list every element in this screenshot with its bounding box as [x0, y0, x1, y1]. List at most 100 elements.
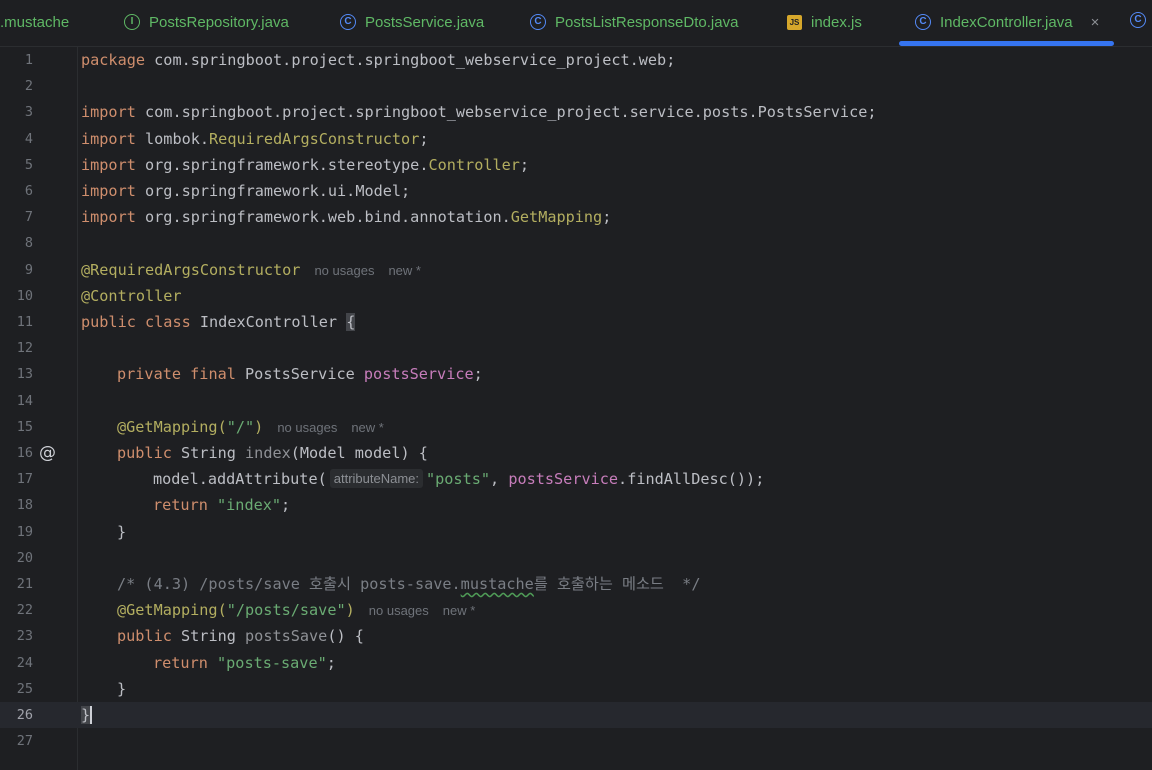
author-hint[interactable]: new * [351, 420, 384, 435]
code-line: 2 [0, 73, 1152, 99]
code-line: 11 public class IndexController { [0, 309, 1152, 335]
tab-label: .mustache [0, 13, 70, 31]
method-name: postsSave [245, 627, 328, 646]
code-line: 22 @GetMapping("/posts/save") no usages ne… [0, 597, 1152, 623]
tab-posts-repository[interactable]: I PostsRepository.java [124, 0, 289, 44]
keyword: return [153, 496, 208, 515]
line-number: 7 [24, 209, 33, 226]
annotation: @GetMapping( [117, 601, 227, 620]
string-literal: "/posts/save" [226, 601, 346, 620]
line-number: 1 [24, 52, 33, 68]
tab-label: PostsListResponseDto.java [555, 13, 739, 31]
code-line: 4 import lombok.RequiredArgsConstructor; [0, 126, 1152, 152]
code-line: 8 [0, 230, 1152, 256]
usages-hint[interactable]: no usages [314, 263, 374, 278]
tab-label: IndexController.java [940, 13, 1073, 31]
line-number: 3 [24, 104, 33, 121]
keyword: import [81, 208, 136, 227]
tab-posts-service[interactable]: C PostsService.java [340, 0, 484, 44]
import-path: com.springboot.project.springboot_webser… [135, 103, 877, 122]
class-icon: C [530, 14, 546, 30]
semicolon: ; [519, 155, 530, 174]
class-icon: C [915, 14, 931, 30]
annotation: @GetMapping( [117, 417, 227, 436]
semicolon: ; [419, 129, 429, 148]
author-hint[interactable]: new * [388, 263, 421, 278]
tab-posts-list-response-dto[interactable]: C PostsListResponseDto.java [530, 0, 738, 44]
usages-hint[interactable]: no usages [277, 420, 337, 435]
code-line-current: 26 } [0, 702, 1152, 729]
method-params: () { [327, 627, 364, 646]
keyword: final [181, 365, 236, 384]
comment: /* (4.3) /posts/save 호출시 posts-save. [117, 575, 461, 593]
code-line: 27 [0, 728, 1152, 754]
author-hint[interactable]: new * [443, 603, 476, 618]
import-annotation-name: GetMapping [510, 208, 603, 227]
code-line: 17 model.addAttribute(attributeName: "pos… [0, 466, 1152, 492]
usages-hint[interactable]: no usages [369, 603, 429, 618]
line-number: 23 [16, 628, 33, 645]
annotation-paren: ) [345, 601, 355, 620]
keyword: import [81, 129, 136, 148]
line-number: 13 [16, 366, 33, 383]
string-literal: "posts-save" [207, 653, 327, 672]
code-line: 10 @Controller [0, 283, 1152, 309]
line-number: 16 [16, 445, 33, 461]
keyword: public [117, 627, 172, 646]
semicolon: ; [473, 365, 483, 384]
string-literal: "/" [226, 417, 255, 436]
code-line: 19 } [0, 519, 1152, 545]
line-number: 10 [16, 287, 33, 304]
semicolon: ; [602, 208, 612, 227]
active-tab-indicator [899, 41, 1114, 46]
code-line: 13 private final PostsService postsServi… [0, 361, 1152, 387]
close-icon[interactable]: × [1091, 14, 1100, 31]
import-path: org.springframework.web.bind.annotation. [135, 208, 511, 227]
close-brace: } [117, 522, 127, 541]
js-file-icon: JS [787, 14, 802, 30]
typo-highlight: mustache [460, 575, 534, 593]
tab-index-js[interactable]: JS index.js [787, 0, 862, 44]
method-params: (Model model) { [290, 444, 428, 462]
code-line: 24 return "posts-save"; [0, 650, 1152, 676]
field-name: postsService [508, 470, 619, 489]
import-path: org.springframework.ui.Model; [135, 182, 411, 200]
method-call: .findAllDesc()); [618, 470, 765, 489]
import-annotation-name: RequiredArgsConstructor [209, 129, 420, 148]
annotation-paren: ) [254, 417, 264, 436]
line-number: 5 [24, 156, 33, 173]
import-path: org.springframework.stereotype. [135, 155, 429, 174]
import-path: lombok. [135, 129, 210, 148]
code-line: 18 return "index"; [0, 492, 1152, 518]
string-literal: "index" [207, 496, 282, 515]
override-gutter-icon[interactable]: @ [39, 440, 56, 466]
code-line: 7 import org.springframework.web.bind.an… [0, 204, 1152, 230]
class-icon[interactable]: C [1130, 12, 1146, 28]
method-name: index [245, 444, 291, 462]
type-name: PostsService [235, 365, 364, 384]
code-line: 3 import com.springboot.project.springbo… [0, 99, 1152, 125]
annotation: @RequiredArgsConstructor [81, 260, 301, 279]
class-name: IndexController [190, 313, 347, 331]
tab-index-controller[interactable]: C IndexController.java × [915, 0, 1099, 44]
import-annotation-name: Controller [428, 155, 520, 174]
parameter-name-hint: attributeName: [329, 469, 423, 489]
comma: , [490, 470, 509, 489]
line-number: 12 [16, 340, 33, 357]
line-number: 14 [16, 392, 33, 409]
keyword: import [81, 103, 136, 122]
code-line: 20 [0, 545, 1152, 571]
code-editor[interactable]: 1 package com.springboot.project.springb… [0, 47, 1152, 770]
method-call: model.addAttribute( [153, 470, 327, 489]
tab-mustache[interactable]: .mustache [0, 0, 69, 44]
code-line: 12 [0, 335, 1152, 361]
line-number: 15 [16, 418, 33, 435]
comment: 를 호출하는 메소드 */ [533, 575, 701, 593]
code-line: 15 @GetMapping("/") no usages new * [0, 414, 1152, 440]
line-number: 22 [16, 602, 33, 619]
line-number: 9 [24, 261, 33, 278]
class-icon: C [340, 14, 356, 30]
line-number: 2 [24, 78, 33, 95]
tab-label: PostsRepository.java [149, 13, 289, 31]
line-number: 21 [16, 576, 33, 592]
